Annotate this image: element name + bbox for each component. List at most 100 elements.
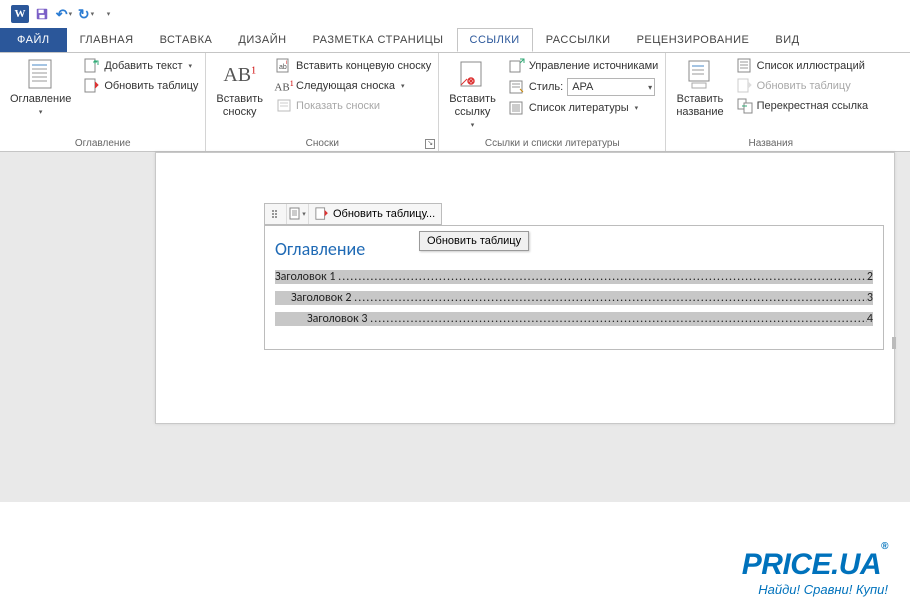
insert-citation-button[interactable]: Вставить ссылку ▾ [443,57,502,131]
update-captions-label: Обновить таблицу [757,80,851,92]
style-icon [509,79,525,95]
manage-sources-button[interactable]: Управление источниками [506,57,661,75]
insert-endnote-button[interactable]: abi Вставить концевую сноску [273,57,434,75]
svg-text:i: i [286,60,287,66]
style-dropdown[interactable]: APA ▾ [567,78,655,96]
toc-entry[interactable]: Заголовок 3 ............................… [275,312,873,326]
figures-list-label: Список иллюстраций [757,60,865,72]
save-button[interactable] [32,4,52,24]
undo-button[interactable]: ↶▾ [54,4,74,24]
redo-icon: ↻ [78,6,90,23]
endnote-icon: abi [276,58,292,74]
tab-insert[interactable]: ВСТАВКА [147,28,226,52]
next-footnote-label: Следующая сноска [296,80,395,92]
style-row: Стиль: APA ▾ [506,77,661,97]
grip-icon [271,209,281,219]
crossref-button[interactable]: Перекрестная ссылка [734,97,872,115]
tab-references[interactable]: ССЫЛКИ [457,28,533,52]
undo-icon: ↶ [56,6,68,23]
toc-entry-text: Заголовок 2 [291,291,351,305]
toc-entry[interactable]: Заголовок 1 ............................… [275,270,873,284]
show-notes-label: Показать сноски [296,100,380,112]
next-footnote-icon: AB1 [276,78,292,94]
toc-label: Оглавление [10,93,71,106]
group-citations-label: Ссылки и списки литературы [439,136,665,151]
tooltip: Обновить таблицу [419,231,529,251]
bibliography-button[interactable]: Список литературы ▾ [506,99,661,117]
caret-icon: ▾ [39,108,43,116]
toc-entry-page: 3 [867,291,873,305]
qat-customize[interactable]: ▾ [98,4,118,24]
caption-icon [684,59,716,91]
tab-home[interactable]: ГЛАВНАЯ [67,28,147,52]
document-area: ▾ Обновить таблицу... Оглавление Заголов… [0,152,910,502]
crossref-icon [737,98,753,114]
brand-logo: PRICE.UA® [742,548,888,582]
insert-citation-label: Вставить ссылку [449,93,496,119]
manage-sources-label: Управление источниками [529,60,658,72]
save-icon [35,7,49,21]
toc-entry-page: 2 [867,270,873,284]
insert-footnote-button[interactable]: AB1 Вставить сноску [210,57,269,121]
group-captions-label: Названия [666,136,875,151]
caret-icon: ▾ [401,82,405,90]
group-footnotes: AB1 Вставить сноску abi Вставить концеву… [206,53,439,151]
brand-tagline: Найди! Сравни! Купи! [742,582,888,597]
update-captions-icon [737,78,753,94]
toc-field[interactable]: Оглавление Заголовок 1 .................… [264,225,884,350]
caret-icon: ▾ [302,210,306,218]
redo-button[interactable]: ↻▾ [76,4,96,24]
toc-field-toolbar: ▾ Обновить таблицу... [264,203,442,225]
caret-icon: ▾ [635,104,639,112]
tab-view[interactable]: ВИД [762,28,812,52]
toc-leader: ........................................… [354,291,867,305]
tab-mailings[interactable]: РАССЫЛКИ [533,28,624,52]
toc-menu-button[interactable]: ▾ [287,204,309,224]
toc-entry[interactable]: Заголовок 2 ............................… [275,291,873,305]
figures-list-button[interactable]: Список иллюстраций [734,57,872,75]
insert-caption-button[interactable]: Вставить название [670,57,729,121]
show-notes-button: Показать сноски [273,97,434,115]
tab-review[interactable]: РЕЦЕНЗИРОВАНИЕ [624,28,763,52]
toc-update-label: Обновить таблицу... [333,208,435,220]
figures-list-icon [737,58,753,74]
toc-entry-text: Заголовок 3 [307,312,367,326]
dialog-launcher[interactable]: ↘ [425,139,435,149]
toc-title: Оглавление [275,238,873,260]
word-icon [11,5,29,23]
page[interactable]: ▾ Обновить таблицу... Оглавление Заголов… [155,152,895,424]
style-label: Стиль: [529,81,563,93]
manage-sources-icon [509,58,525,74]
bibliography-label: Список литературы [529,102,629,114]
tab-layout[interactable]: РАЗМЕТКА СТРАНИЦЫ [300,28,457,52]
add-text-button[interactable]: Добавить текст ▾ [81,57,201,75]
toc-entry-text: Заголовок 1 [275,270,335,284]
group-toc: Оглавление ▾ Добавить текст ▾ Обновить т… [0,53,206,151]
caret-icon: ▾ [471,121,475,129]
update-icon [315,207,329,221]
group-captions: Вставить название Список иллюстраций Обн… [666,53,875,151]
citation-icon [457,59,489,91]
next-footnote-button[interactable]: AB1 Следующая сноска ▾ [273,77,434,95]
group-citations: Вставить ссылку ▾ Управление источниками… [439,53,666,151]
tab-file[interactable]: ФАЙЛ [0,28,67,52]
footnote-icon: AB1 [224,59,256,91]
toc-button[interactable]: Оглавление ▾ [4,57,77,118]
crossref-label: Перекрестная ссылка [757,100,869,112]
insert-caption-label: Вставить название [676,93,723,119]
toc-update-button[interactable]: Обновить таблицу... [309,207,441,221]
caret-icon: ▾ [69,10,73,18]
toc-leader: ........................................… [370,312,867,326]
app-icon[interactable] [10,4,30,24]
show-notes-icon [276,98,292,114]
update-icon [84,78,100,94]
update-toc-button[interactable]: Обновить таблицу [81,77,201,95]
toc-handle[interactable] [265,204,287,224]
brand: PRICE.UA® Найди! Сравни! Купи! [742,548,888,597]
tab-design[interactable]: ДИЗАЙН [225,28,299,52]
insert-footnote-label: Вставить сноску [216,93,263,119]
caret-icon: ▾ [648,83,652,92]
caret-icon: ▾ [91,10,95,18]
caret-icon: ▾ [107,10,111,18]
toc-entry-page: 4 [867,312,873,326]
